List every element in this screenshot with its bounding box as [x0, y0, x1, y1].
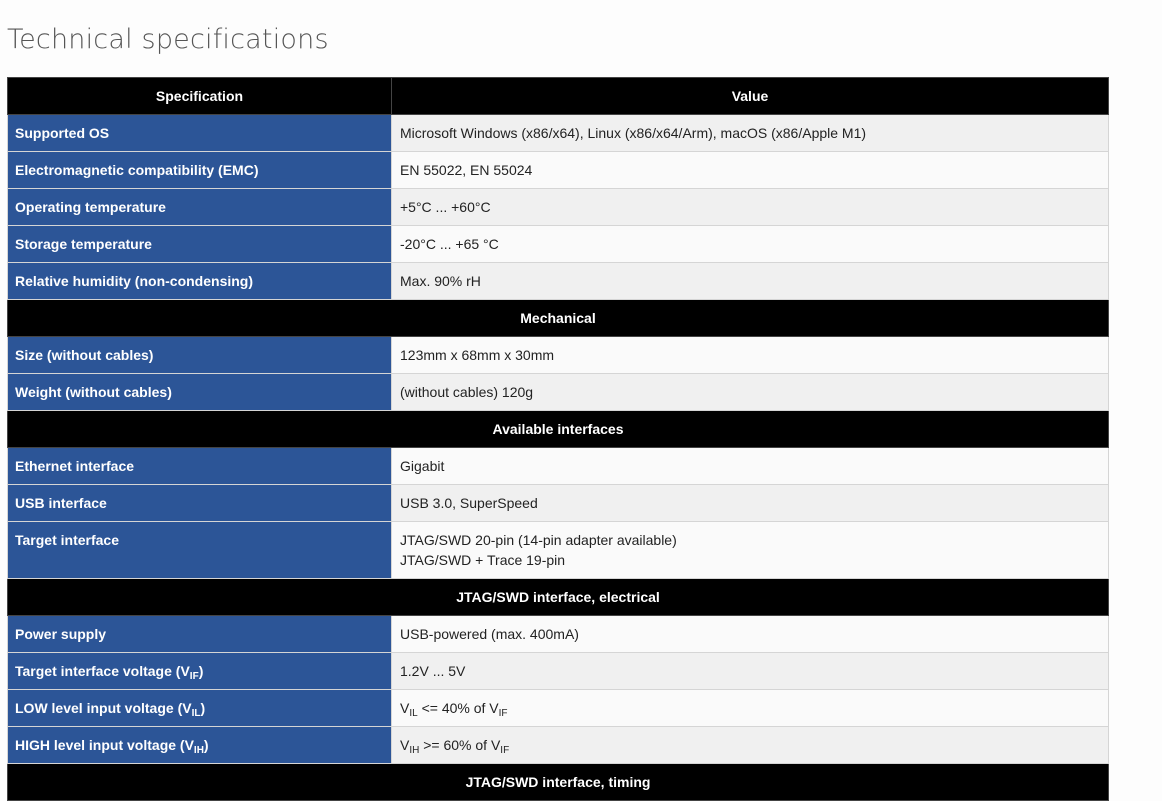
spec-value: VIL <= 40% of VIF: [391, 689, 1109, 727]
column-header-value: Value: [391, 77, 1109, 115]
spec-value: USB 3.0, SuperSpeed: [391, 484, 1109, 522]
subscript: IL: [409, 708, 418, 719]
spec-value-line: JTAG/SWD + Trace 19-pin: [400, 552, 566, 568]
spec-name: Supported OS: [7, 114, 392, 152]
spec-name: HIGH level input voltage (VIH): [7, 726, 392, 764]
column-header-specification: Specification: [7, 77, 392, 115]
spec-name-text: ): [198, 663, 204, 679]
spec-value: JTAG/SWD 20-pin (14-pin adapter availabl…: [391, 521, 1109, 579]
spec-value: Gigabit: [391, 447, 1109, 485]
section-header-interfaces: Available interfaces: [7, 410, 1109, 448]
section-title: JTAG/SWD interface, electrical: [7, 578, 1109, 616]
section-title: Available interfaces: [7, 410, 1109, 448]
section-header-timing: JTAG/SWD interface, timing: [7, 763, 1109, 801]
spec-name: USB interface: [7, 484, 392, 522]
spec-value-text: V: [400, 700, 410, 716]
table-row: Supported OS Microsoft Windows (x86/x64)…: [7, 114, 1109, 152]
section-header-electrical: JTAG/SWD interface, electrical: [7, 578, 1109, 616]
page-title: Technical specifications: [7, 24, 329, 55]
spec-name-text: LOW level input voltage (V: [15, 700, 192, 716]
table-row: Target interface JTAG/SWD 20-pin (14-pin…: [7, 521, 1109, 579]
spec-name-text: ): [203, 737, 209, 753]
spec-value: Max. 90% rH: [391, 262, 1109, 300]
spec-name: Weight (without cables): [7, 373, 392, 411]
section-title: Mechanical: [7, 299, 1109, 337]
table-row: HIGH level input voltage (VIH) VIH >= 60…: [7, 726, 1109, 764]
spec-name: Electromagnetic compatibility (EMC): [7, 151, 392, 189]
spec-value: (without cables) 120g: [391, 373, 1109, 411]
subscript: IF: [500, 745, 510, 756]
spec-value: -20°C ... +65 °C: [391, 225, 1109, 263]
table-row: Storage temperature -20°C ... +65 °C: [7, 225, 1109, 263]
spec-value: Microsoft Windows (x86/x64), Linux (x86/…: [391, 114, 1109, 152]
spec-name: Target interface voltage (VIF): [7, 652, 392, 690]
table-row: USB interface USB 3.0, SuperSpeed: [7, 484, 1109, 522]
table-row: Target interface voltage (VIF) 1.2V ... …: [7, 652, 1109, 690]
table-header-row: Specification Value: [7, 77, 1109, 115]
spec-value-text: V: [400, 737, 410, 753]
table-row: Weight (without cables) (without cables)…: [7, 373, 1109, 411]
spec-value: +5°C ... +60°C: [391, 188, 1109, 226]
spec-name: Power supply: [7, 615, 392, 653]
spec-value: 123mm x 68mm x 30mm: [391, 336, 1109, 374]
spec-value-text: <= 40% of V: [417, 700, 499, 716]
spec-name: Ethernet interface: [7, 447, 392, 485]
table-row: Size (without cables) 123mm x 68mm x 30m…: [7, 336, 1109, 374]
spec-value: EN 55022, EN 55024: [391, 151, 1109, 189]
subscript: IF: [498, 708, 508, 719]
spec-value: 1.2V ... 5V: [391, 652, 1109, 690]
spec-value: USB-powered (max. 400mA): [391, 615, 1109, 653]
spec-name-text: ): [200, 700, 206, 716]
spec-value: VIH >= 60% of VIF: [391, 726, 1109, 764]
spec-name: Storage temperature: [7, 225, 392, 263]
spec-name: LOW level input voltage (VIL): [7, 689, 392, 727]
subscript: IH: [193, 745, 204, 756]
spec-name: Target interface: [7, 521, 392, 579]
spec-name: Relative humidity (non-condensing): [7, 262, 392, 300]
spec-value-line: JTAG/SWD 20-pin (14-pin adapter availabl…: [400, 532, 677, 548]
spec-name: Operating temperature: [7, 188, 392, 226]
table-row: Power supply USB-powered (max. 400mA): [7, 615, 1109, 653]
spec-name: Size (without cables): [7, 336, 392, 374]
spec-value-text: >= 60% of V: [419, 737, 501, 753]
section-title: JTAG/SWD interface, timing: [7, 763, 1109, 801]
table-row: Electromagnetic compatibility (EMC) EN 5…: [7, 151, 1109, 189]
section-header-mechanical: Mechanical: [7, 299, 1109, 337]
subscript: IF: [189, 671, 199, 682]
table-row: LOW level input voltage (VIL) VIL <= 40%…: [7, 689, 1109, 727]
specifications-table: Specification Value Supported OS Microso…: [7, 77, 1109, 801]
spec-name-text: HIGH level input voltage (V: [15, 737, 194, 753]
table-row: Operating temperature +5°C ... +60°C: [7, 188, 1109, 226]
table-row: Ethernet interface Gigabit: [7, 447, 1109, 485]
subscript: IH: [409, 745, 420, 756]
table-row: Relative humidity (non-condensing) Max. …: [7, 262, 1109, 300]
spec-name-text: Target interface voltage (V: [15, 663, 190, 679]
